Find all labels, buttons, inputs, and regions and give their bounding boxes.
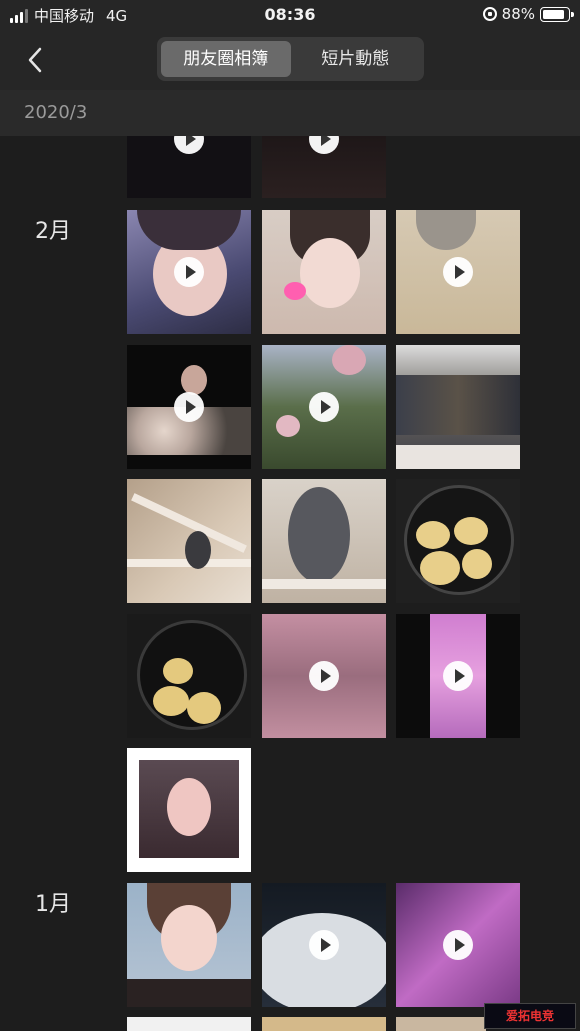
food-shape <box>153 686 189 716</box>
play-icon <box>174 136 204 154</box>
status-bar: 中国移动 4G 08:36 88% <box>0 0 580 30</box>
photo-tile[interactable] <box>127 1017 251 1031</box>
month-label: 1月 <box>35 892 71 917</box>
segmented-control: 朋友圈相簿 短片動態 <box>157 37 424 81</box>
photo-tile[interactable] <box>396 345 520 469</box>
section-header: 2020/3 <box>0 90 580 136</box>
battery-percent: 88% <box>501 5 535 23</box>
face-shape <box>161 905 217 971</box>
food-shape <box>462 549 492 579</box>
food-shape <box>163 658 193 684</box>
photo-tile[interactable] <box>127 210 251 334</box>
play-icon <box>309 661 339 691</box>
play-icon <box>443 661 473 691</box>
tab-moments-album[interactable]: 朋友圈相簿 <box>161 41 291 77</box>
play-icon <box>443 257 473 287</box>
photo-tile[interactable] <box>262 883 386 1007</box>
status-right: 88% <box>482 5 574 23</box>
back-button[interactable] <box>22 44 52 76</box>
play-icon <box>174 257 204 287</box>
flower-shape <box>276 415 300 437</box>
fur-shape <box>262 913 386 1007</box>
photo-tile[interactable] <box>396 883 520 1007</box>
play-icon <box>309 930 339 960</box>
face-shape <box>181 365 207 395</box>
photo-tile[interactable] <box>127 748 251 872</box>
photo-tile[interactable] <box>262 210 386 334</box>
cat-shape <box>288 487 350 583</box>
rotation-lock-icon <box>482 7 497 21</box>
photo-tile[interactable] <box>396 1017 486 1031</box>
photo-tile[interactable] <box>127 479 251 603</box>
face-shape <box>167 778 211 836</box>
cat-shape <box>185 531 211 569</box>
nav-bar: 朋友圈相簿 短片動態 <box>0 30 580 90</box>
photo-tile[interactable] <box>262 479 386 603</box>
food-shape <box>454 517 488 545</box>
photo-tile[interactable] <box>396 614 520 738</box>
play-icon <box>309 392 339 422</box>
photo-tile[interactable] <box>396 210 520 334</box>
watermark-logo: 爱拓电竞 <box>484 1003 576 1029</box>
photo-tile[interactable] <box>127 345 251 469</box>
chevron-left-icon <box>28 47 42 73</box>
month-label: 2月 <box>35 219 71 244</box>
food-shape <box>416 521 450 549</box>
photo-tile[interactable] <box>396 479 520 603</box>
photo-tile[interactable] <box>127 614 251 738</box>
food-shape <box>420 551 460 585</box>
food-shape <box>187 692 221 724</box>
play-icon <box>174 392 204 422</box>
photo-tile[interactable] <box>262 1017 386 1031</box>
tab-short-videos[interactable]: 短片動態 <box>291 41 421 77</box>
photo-tile[interactable] <box>262 136 386 198</box>
photo-tile[interactable] <box>262 614 386 738</box>
play-icon <box>309 136 339 154</box>
photo-tile[interactable] <box>262 345 386 469</box>
photo-tile[interactable] <box>127 136 251 198</box>
photo-tile[interactable] <box>127 883 251 1007</box>
play-icon <box>443 930 473 960</box>
face-shape <box>300 238 360 308</box>
flower-shape <box>332 345 366 375</box>
battery-icon <box>540 6 574 22</box>
